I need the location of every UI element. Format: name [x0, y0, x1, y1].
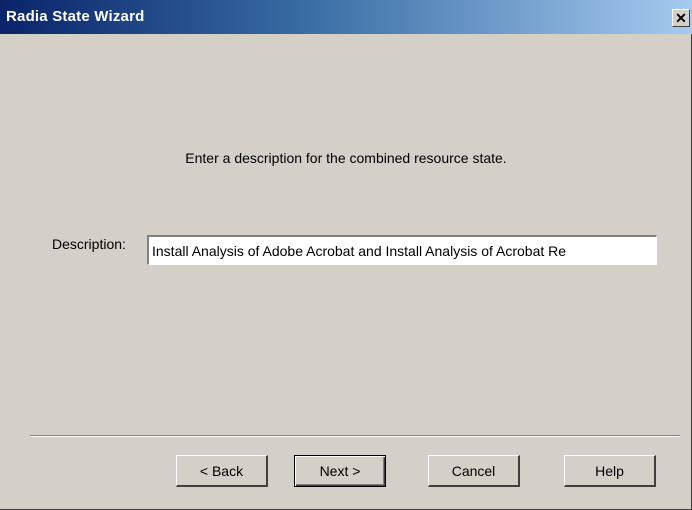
close-button[interactable]: ✕	[672, 9, 690, 27]
separator	[30, 435, 680, 437]
next-button[interactable]: Next >	[294, 455, 386, 487]
help-button[interactable]: Help	[564, 455, 656, 487]
back-button[interactable]: < Back	[176, 455, 268, 487]
title-bar[interactable]: Radia State Wizard ✕	[0, 0, 692, 34]
cancel-button-label: Cancel	[451, 462, 496, 479]
next-button-label: Next >	[319, 463, 361, 479]
window-title: Radia State Wizard	[6, 8, 145, 25]
help-button-label: Help	[595, 462, 624, 479]
description-input[interactable]	[147, 235, 657, 265]
wizard-window: Radia State Wizard ✕ Enter a description…	[0, 0, 692, 510]
cancel-button[interactable]: Cancel	[428, 455, 520, 487]
close-icon: ✕	[675, 10, 687, 26]
instruction-text: Enter a description for the combined res…	[185, 150, 507, 166]
back-button-label: < Back	[199, 462, 244, 479]
description-label: Description:	[52, 236, 126, 252]
